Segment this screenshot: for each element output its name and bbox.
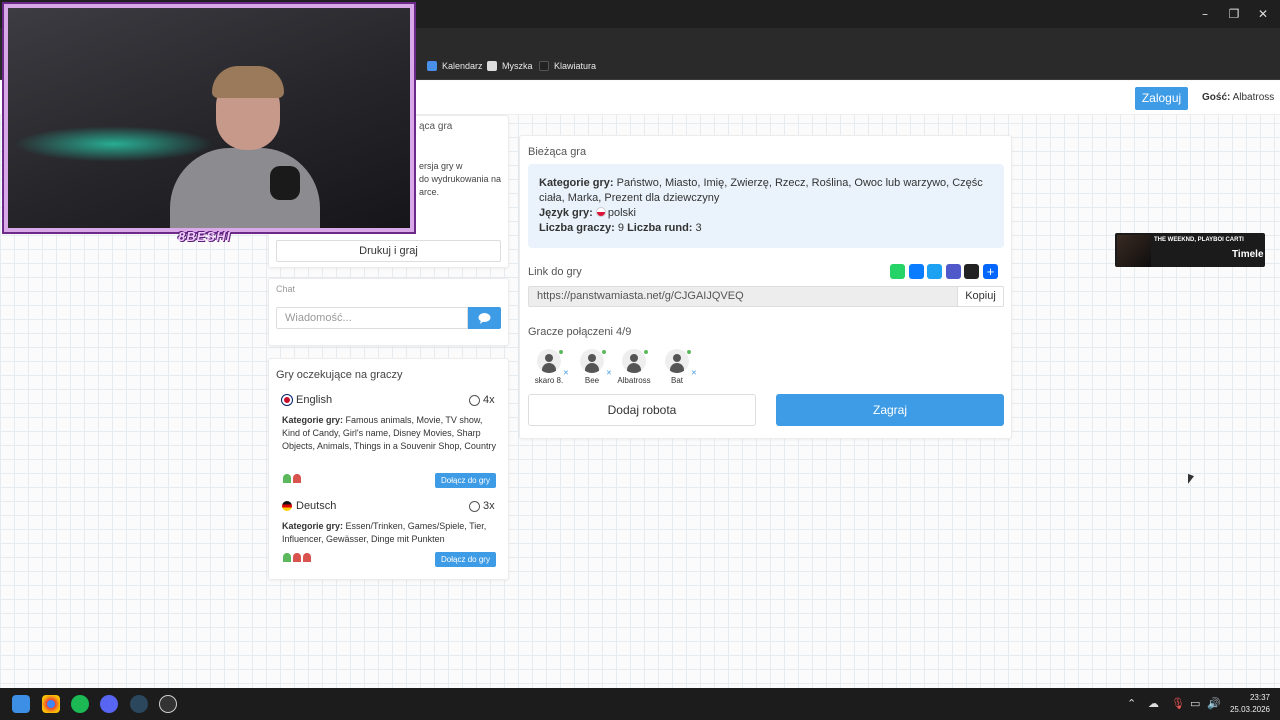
print-and-play-button[interactable]: Drukuj i graj [276, 240, 501, 262]
bookmark-myszka[interactable]: Myszka [487, 61, 533, 71]
streamer-name-tag: 8BESHI [178, 229, 231, 244]
display-icon[interactable]: ▭ [1190, 697, 1200, 710]
discord-icon[interactable] [100, 695, 118, 713]
teams-icon[interactable] [946, 264, 961, 279]
microphone [270, 166, 300, 200]
print-card-text: ersja gry w do wydrukowania na arce. [419, 161, 502, 197]
play-button[interactable]: Zagraj [776, 394, 1004, 426]
copy-link-button[interactable]: Kopiuj [957, 286, 1004, 307]
game-rounds: 4x [469, 394, 495, 406]
player-joined-icon [283, 474, 291, 483]
spotify-icon[interactable] [71, 695, 89, 713]
chat-message-input[interactable]: Wiadomość... [276, 307, 468, 329]
webcam-feed [8, 8, 410, 228]
now-playing-widget: THE WEEKND, PLAYBOI CARTI Timele [1115, 233, 1265, 267]
user-icon [622, 349, 646, 373]
join-game-button[interactable]: Dołącz do gry [435, 552, 496, 567]
windows-start-icon[interactable] [12, 695, 30, 713]
game-language-deutsch: Deutsch [282, 500, 336, 512]
print-card-title: ąca gra [419, 121, 453, 132]
mouse-cursor [1188, 473, 1194, 487]
album-art [1117, 235, 1151, 267]
game-link-label: Link do gry [528, 266, 582, 278]
whatsapp-icon[interactable] [890, 264, 905, 279]
minimize-icon[interactable]: – [1190, 4, 1220, 24]
player-avatar: skaro 8. [529, 349, 569, 385]
current-game-title: Bieżąca gra [528, 146, 587, 158]
online-dot [644, 350, 648, 354]
game-link-field[interactable]: https://panstwamiasta.net/g/CJGAIJQVEQ [528, 286, 958, 307]
game-players [283, 474, 301, 483]
online-dot [559, 350, 563, 354]
player-slot-icon [303, 553, 311, 562]
led-glow [14, 126, 214, 162]
user-icon [537, 349, 561, 373]
waiting-games-card [268, 358, 509, 580]
game-categories: Kategorie gry: Państwo, Miasto, Imię, Zw… [539, 177, 983, 189]
player-slot-icon [293, 474, 301, 483]
player-avatar: Bee [572, 349, 612, 385]
game-counts: Liczba graczy: 9 Liczba rund: 3 [539, 222, 702, 234]
music-artist: THE WEEKND, PLAYBOI CARTI [1154, 237, 1244, 243]
kick-player-icon[interactable]: ✕ [606, 369, 612, 377]
guest-label: Gość: Albatross [1202, 92, 1275, 103]
webcam-overlay [2, 2, 416, 234]
kick-player-icon[interactable]: ✕ [563, 369, 569, 377]
connected-players-label: Gracze połączeni 4/9 [528, 326, 632, 338]
snapchat-icon[interactable] [964, 264, 979, 279]
taskbar-clock[interactable]: 23:37 25.03.2026 [1230, 692, 1270, 716]
add-robot-button[interactable]: Dodaj robota [528, 394, 756, 426]
volume-icon[interactable]: 🔊 [1207, 697, 1221, 710]
player-avatar-self: Albatross [614, 349, 654, 385]
music-track: Timele [1232, 249, 1264, 260]
user-icon [580, 349, 604, 373]
close-icon[interactable]: ✕ [1248, 4, 1278, 24]
onedrive-icon[interactable]: ☁ [1148, 697, 1159, 710]
de-flag-icon [282, 501, 292, 511]
game-categories-cont: ciała, Marka, Prezent dla dziewczyny [539, 192, 720, 204]
player-avatar: Bat [657, 349, 697, 385]
share-plus-icon[interactable]: + [983, 264, 998, 279]
bookmark-klawiatura[interactable]: Klawiatura [539, 61, 596, 71]
player-slot-icon [293, 553, 301, 562]
kick-player-icon[interactable]: ✕ [691, 369, 697, 377]
twitter-icon[interactable] [927, 264, 942, 279]
bookmark-kalendarz[interactable]: Kalendarz [427, 61, 483, 71]
chat-send-button[interactable] [468, 307, 501, 329]
steam-icon[interactable] [130, 695, 148, 713]
obs-icon[interactable] [159, 695, 177, 713]
user-icon [665, 349, 689, 373]
waiting-games-title: Gry oczekujące na graczy [276, 369, 403, 381]
mouse-icon [487, 61, 497, 71]
game-rounds: 3x [469, 500, 495, 512]
microphone-icon[interactable]: 🎙 [1171, 697, 1185, 710]
tray-chevron-icon[interactable]: ⌃ [1127, 697, 1136, 710]
uk-flag-icon [282, 395, 292, 405]
login-button[interactable]: Zaloguj [1135, 87, 1188, 110]
calendar-icon [427, 61, 437, 71]
game-categories: Kategorie gry: Essen/Trinken, Games/Spie… [282, 521, 487, 544]
restore-icon[interactable]: ❐ [1219, 4, 1249, 24]
online-dot [602, 350, 606, 354]
pl-flag-icon [595, 207, 606, 217]
player-joined-icon [283, 553, 291, 562]
game-categories: Kategorie gry: Famous animals, Movie, TV… [282, 415, 496, 451]
chat-label: Chat [276, 284, 296, 294]
chat-bubble-icon [478, 313, 491, 324]
messenger-icon[interactable] [909, 264, 924, 279]
chrome-icon[interactable] [42, 695, 60, 713]
game-players [283, 553, 311, 562]
game-language-english: English [282, 394, 332, 406]
taskbar [0, 688, 1280, 720]
rounds-cycle-icon [469, 394, 480, 406]
join-game-button[interactable]: Dołącz do gry [435, 473, 496, 488]
game-language: Język gry: polski [539, 207, 636, 219]
rounds-cycle-icon [469, 500, 480, 512]
online-dot [687, 350, 691, 354]
keyboard-icon [539, 61, 549, 71]
streamer-hair [212, 66, 284, 98]
